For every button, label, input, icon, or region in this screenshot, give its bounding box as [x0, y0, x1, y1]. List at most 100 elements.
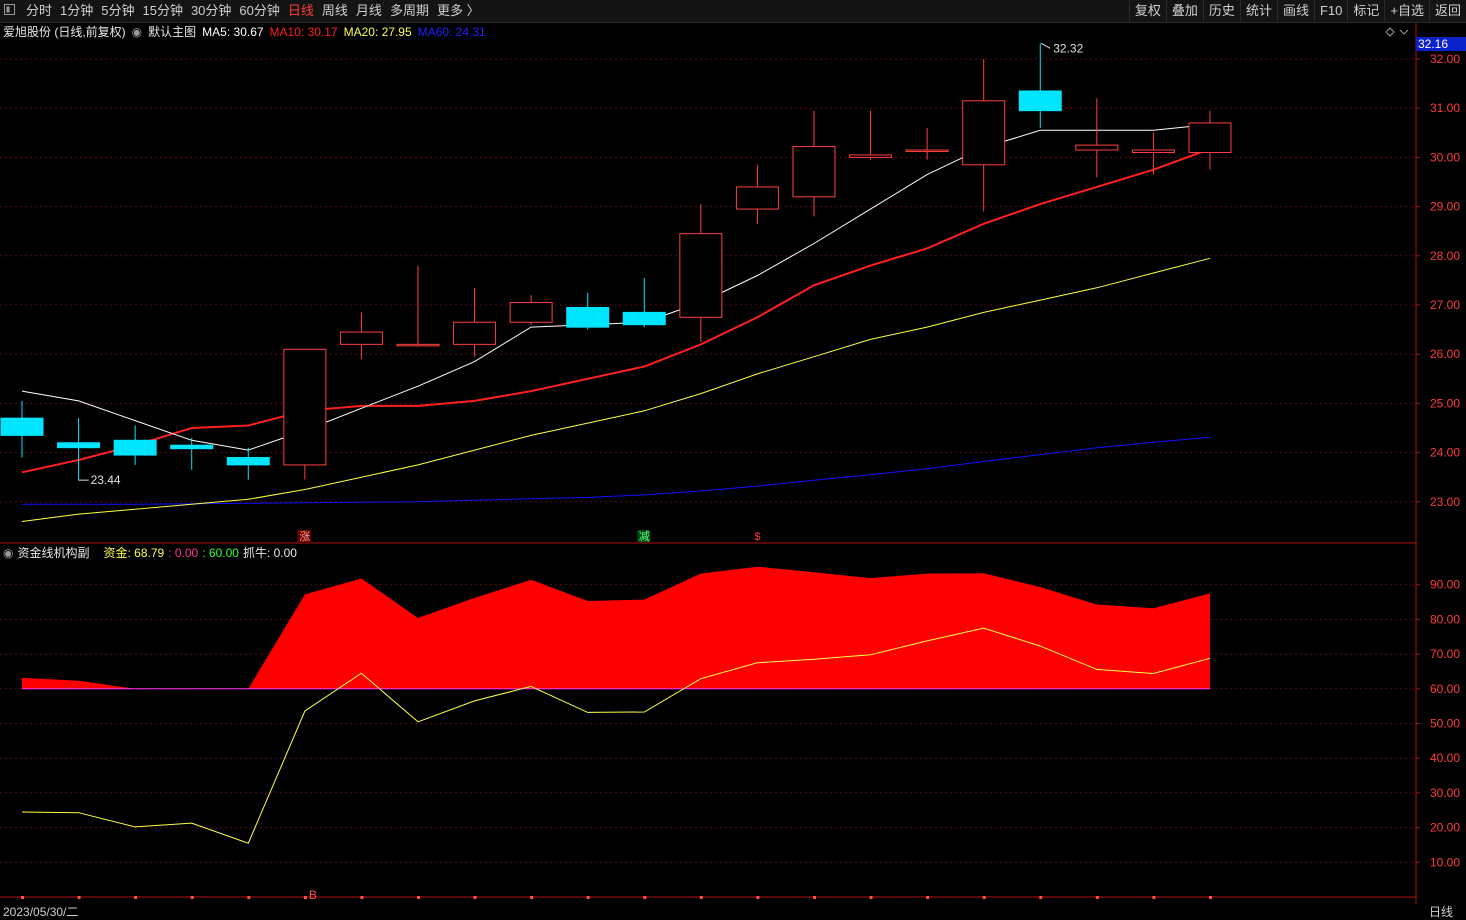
tool-button-8[interactable]: 返回 [1428, 0, 1466, 22]
candle-body [849, 154, 893, 158]
candle [1075, 98, 1119, 178]
candle [509, 295, 553, 325]
time-dot [360, 896, 364, 899]
candle-body [57, 442, 101, 449]
period-tab-2[interactable]: 5分钟 [97, 0, 138, 22]
time-dot [926, 896, 930, 899]
tool-button-7[interactable]: +自选 [1384, 0, 1429, 22]
template-name[interactable]: 默认主图 [148, 24, 196, 40]
candle-body [792, 146, 836, 198]
time-dot [1039, 896, 1043, 899]
tool-button-0[interactable]: 复权 [1128, 0, 1166, 22]
indicator-tick-label-1: 20.00 [1430, 821, 1460, 835]
top-toolbar: 分时 1分钟 5分钟 15分钟 30分钟 60分钟 日线 周线 月线 多周期 更多 〉 复权 叠加 历史… [0, 0, 1466, 23]
cursor-date: 2023/05/30/二 [3, 905, 79, 919]
ma60-value: MA60: 24.31 [417, 25, 486, 39]
low-price-label: 23.44 [91, 473, 121, 487]
time-dot [812, 896, 816, 899]
candle [849, 110, 893, 160]
indicator-tick-label-6: 70.00 [1430, 647, 1460, 661]
candle-body [1131, 149, 1175, 153]
ma10-line [21, 148, 1211, 474]
candle-body [962, 100, 1006, 166]
indicator-value-1: : 0.00 [168, 546, 199, 560]
tool-button-2[interactable]: 历史 [1202, 0, 1240, 22]
candle [226, 447, 270, 480]
candle [113, 425, 157, 465]
high-pointer [1041, 42, 1051, 49]
time-dot [982, 896, 986, 899]
chart-area: 23.00 24.00 25.00 26.00 27.00 28.00 29.00 30.00… [0, 23, 1460, 904]
candle-body [283, 348, 327, 466]
period-tab-1[interactable]: 1分钟 [56, 0, 97, 22]
candle-body [905, 149, 949, 153]
template-dropdown-icon[interactable]: ◉ [132, 24, 142, 40]
stock-title[interactable]: 爱旭股份 (日线,前复权) [3, 24, 126, 40]
price-tick-label-6: 29.00 [1430, 200, 1460, 214]
signal-marker-0: 涨 [299, 530, 310, 543]
candle-body [0, 417, 44, 436]
price-tick-label-2: 25.00 [1430, 396, 1460, 410]
indicator-tick-label-4: 50.00 [1430, 717, 1460, 731]
price-tick-label-1: 24.00 [1430, 446, 1460, 460]
signal-marker-2: $ [754, 531, 760, 543]
current-price-tag: 32.16 [1416, 37, 1466, 51]
time-dot [1152, 896, 1156, 899]
buy-marker: B [309, 888, 317, 902]
window-menu-icon[interactable] [4, 4, 15, 15]
period-tab-8[interactable]: 月线 [352, 0, 386, 22]
period-tab-6[interactable]: 日线 [284, 0, 318, 22]
indicator-tick-label-8: 90.00 [1430, 578, 1460, 592]
tool-button-5[interactable]: F10 [1313, 0, 1347, 22]
period-tab-3[interactable]: 15分钟 [138, 0, 186, 22]
chevron-down-icon [1399, 29, 1409, 35]
period-tab-5[interactable]: 60分钟 [235, 0, 283, 22]
period-tab-10[interactable]: 更多 〉 [433, 0, 484, 22]
indicator-value-2: : 60.00 [202, 546, 239, 560]
period-label[interactable]: 日线 [1416, 904, 1466, 920]
expand-icon [1385, 27, 1395, 37]
candle [453, 287, 497, 357]
candle-body [1018, 90, 1062, 112]
candle [396, 265, 440, 347]
candle [283, 348, 327, 480]
ma20-value: MA20: 27.95 [343, 25, 412, 39]
time-dot [134, 896, 138, 899]
price-tick-label-7: 30.00 [1430, 150, 1460, 164]
period-tabs: 分时 1分钟 5分钟 15分钟 30分钟 60分钟 日线 周线 月线 多周期 更多 〉 [22, 0, 484, 22]
tool-button-3[interactable]: 统计 [1239, 0, 1277, 22]
price-tick-label-8: 31.00 [1430, 101, 1460, 115]
ma10-value: MA10: 30.17 [269, 25, 338, 39]
candle [1188, 110, 1232, 170]
time-dot [247, 896, 251, 899]
candle [566, 292, 610, 330]
candle [622, 277, 666, 328]
candle [339, 312, 383, 360]
signal-marker-1: 减 [639, 530, 650, 543]
time-dot [416, 896, 420, 899]
period-tab-4[interactable]: 30分钟 [187, 0, 235, 22]
time-dot [643, 896, 647, 899]
time-dot [1208, 896, 1212, 899]
price-tick-label-0: 23.00 [1430, 495, 1460, 509]
candle-body [509, 302, 553, 323]
candle-body [735, 186, 779, 210]
candle [1018, 43, 1062, 128]
indicator-tick-label-0: 10.00 [1430, 855, 1460, 869]
candle [735, 164, 779, 224]
time-dot [303, 896, 307, 899]
tool-buttons: 复权 叠加 历史 统计 画线 F10 标记 +自选 返回 [1128, 0, 1466, 22]
candle-body [1075, 144, 1119, 151]
tool-button-4[interactable]: 画线 [1276, 0, 1314, 22]
main-chart-infobar: 爱旭股份 (日线,前复权) ◉ 默认主图 MA5: 30.67 MA10: 30… [3, 24, 492, 40]
period-tab-7[interactable]: 周线 [318, 0, 352, 22]
tool-button-1[interactable]: 叠加 [1165, 0, 1203, 22]
zhuaniu-value: 抓牛: 0.00 [242, 546, 297, 560]
period-tab-9[interactable]: 多周期 [386, 0, 433, 22]
period-tab-0[interactable]: 分时 [22, 0, 56, 22]
time-dot [530, 896, 534, 899]
candle [0, 400, 44, 458]
indicator-dropdown-icon[interactable]: ◉ [3, 545, 13, 561]
tool-button-6[interactable]: 标记 [1347, 0, 1384, 22]
indicator-title[interactable]: 资金线机构副 [17, 545, 89, 561]
